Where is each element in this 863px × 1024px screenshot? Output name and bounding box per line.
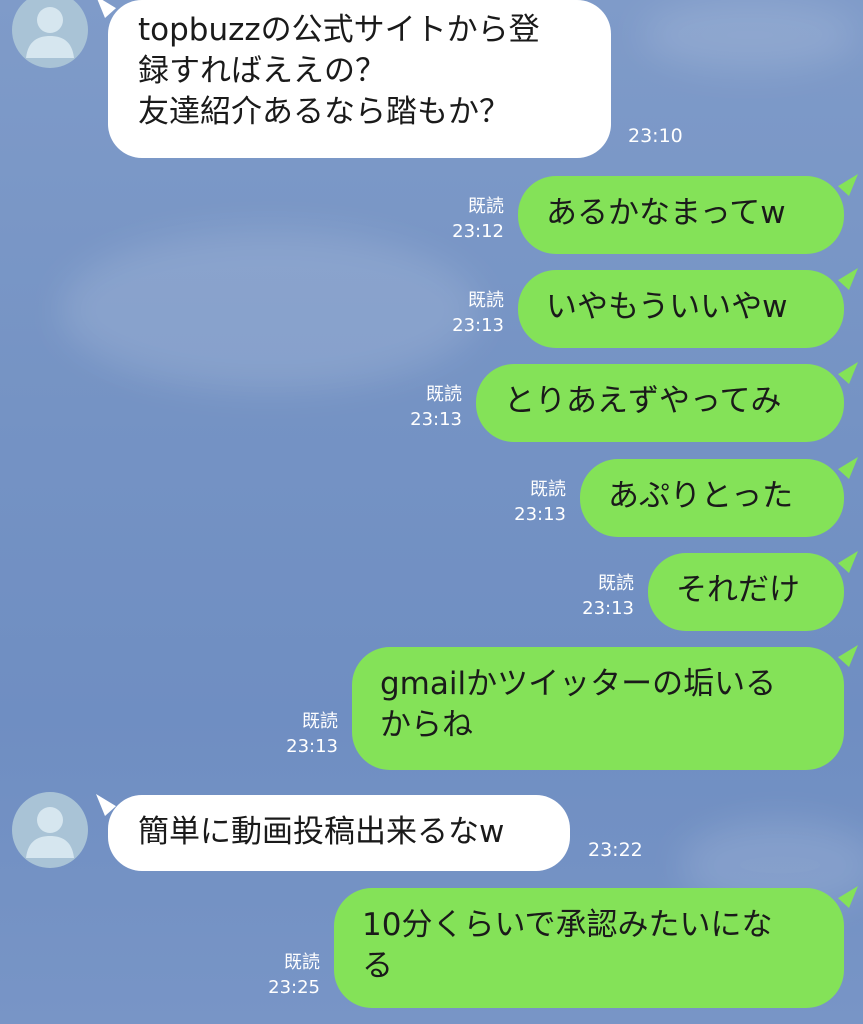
message-meta: 既読 23:13 [492, 477, 566, 527]
message-timestamp: 23:13 [514, 504, 566, 525]
outgoing-message-bubble[interactable]: いやもういいやw [518, 270, 844, 348]
message-meta: 既読 23:13 [388, 382, 462, 432]
read-receipt: 既読 [468, 196, 504, 217]
person-silhouette-icon [26, 7, 74, 58]
contact-avatar[interactable] [12, 0, 88, 68]
read-receipt: 既読 [530, 479, 566, 500]
bubble-tail [838, 174, 858, 196]
contact-avatar[interactable] [12, 792, 88, 868]
message-meta: 既読 23:25 [246, 950, 320, 1000]
outgoing-message-bubble[interactable]: あるかなまってw [518, 176, 844, 254]
message-text-line: 10分くらいで承認みたいにな [362, 907, 773, 943]
read-receipt: 既読 [302, 711, 338, 732]
message-text-line: gmailかツイッターの垢いる [380, 666, 777, 702]
bubble-tail [838, 551, 858, 573]
message-timestamp: 23:25 [268, 977, 320, 998]
bubble-tail [838, 886, 858, 908]
outgoing-message-bubble[interactable]: gmailかツイッターの垢いる からね [352, 647, 844, 770]
message-text-line: る [362, 948, 393, 984]
bubble-tail [838, 457, 858, 479]
message-text-line: からね [380, 707, 473, 743]
message-meta: 既読 23:12 [430, 194, 504, 244]
message-text-line: topbuzzの公式サイトから登 [138, 12, 540, 48]
message-text-line: 簡単に動画投稿出来るなw [138, 814, 505, 850]
message-text-line: 録すればええの？ [138, 53, 386, 89]
incoming-message-bubble[interactable]: topbuzzの公式サイトから登 録すればええの？ 友達紹介あるなら踏もか？ [108, 0, 611, 158]
message-meta: 既読 23:13 [264, 709, 338, 759]
message-text-line: 友達紹介あるなら踏もか？ [138, 94, 510, 130]
message-text-line: あるかなまってw [546, 195, 786, 231]
message-timestamp: 23:13 [582, 598, 634, 619]
message-timestamp: 23:13 [410, 409, 462, 430]
message-text-line: あぷりとった [608, 478, 794, 514]
message-meta: 既読 23:13 [560, 571, 634, 621]
incoming-message-bubble[interactable]: 簡単に動画投稿出来るなw [108, 795, 570, 871]
read-receipt: 既読 [426, 384, 462, 405]
outgoing-message-bubble[interactable]: とりあえずやってみ [476, 364, 844, 442]
message-timestamp: 23:10 [628, 125, 683, 147]
bubble-tail [838, 362, 858, 384]
read-receipt: 既読 [468, 290, 504, 311]
person-silhouette-icon [26, 807, 74, 858]
read-receipt: 既読 [598, 573, 634, 594]
message-timestamp: 23:13 [286, 736, 338, 757]
chat-message-list[interactable]: topbuzzの公式サイトから登 録すればええの？ 友達紹介あるなら踏もか？ 2… [0, 0, 863, 1024]
read-receipt: 既読 [284, 952, 320, 973]
message-timestamp: 23:12 [452, 221, 504, 242]
message-text-line: それだけ [676, 572, 800, 608]
outgoing-message-bubble[interactable]: それだけ [648, 553, 844, 631]
bubble-tail [838, 645, 858, 667]
bubble-tail [838, 268, 858, 290]
outgoing-message-bubble[interactable]: あぷりとった [580, 459, 844, 537]
message-text-line: いやもういいやw [546, 289, 788, 325]
message-timestamp: 23:22 [588, 839, 643, 861]
outgoing-message-bubble[interactable]: 10分くらいで承認みたいにな る [334, 888, 844, 1008]
message-timestamp: 23:13 [452, 315, 504, 336]
message-meta: 既読 23:13 [430, 288, 504, 338]
message-text-line: とりあえずやってみ [504, 383, 782, 419]
